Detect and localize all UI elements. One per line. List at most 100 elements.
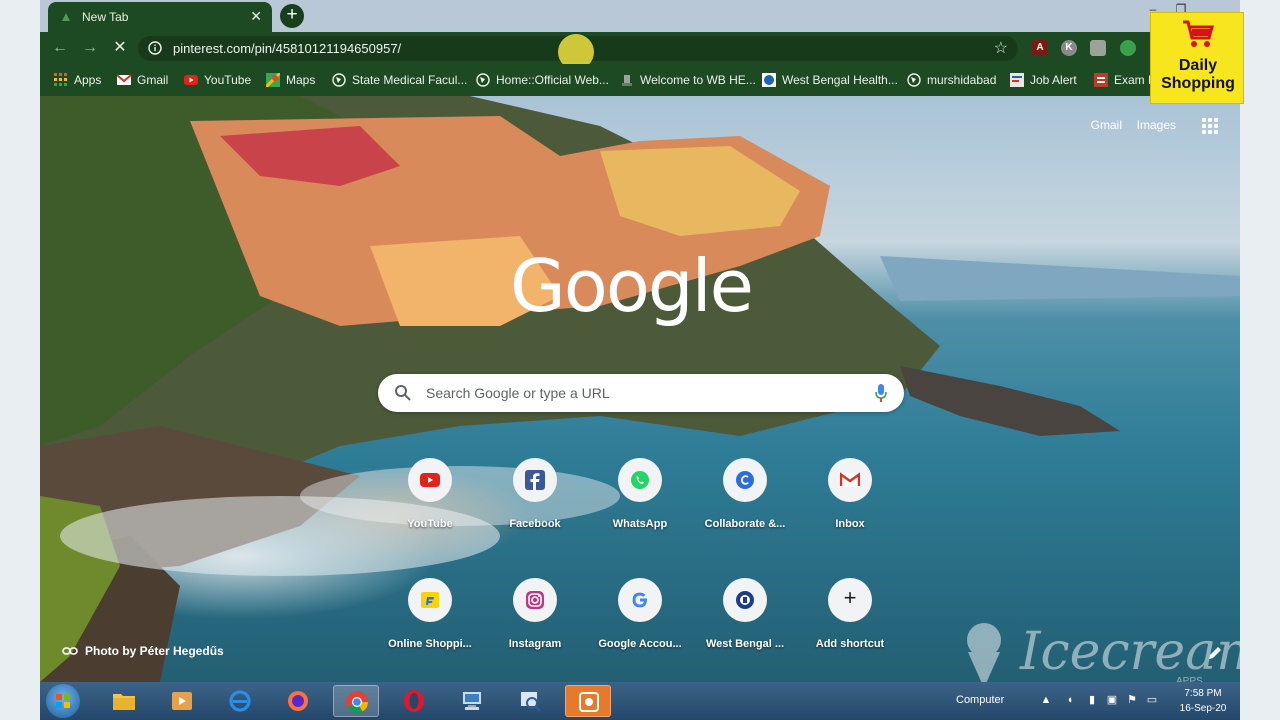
- bookmark-label: West Bengal Health...: [782, 73, 898, 87]
- shortcut-tile: +: [828, 578, 872, 622]
- collaborate-icon: [736, 471, 754, 489]
- tab-new-tab[interactable]: New Tab ✕: [48, 2, 272, 32]
- shortcut-label: Google Accou...: [598, 638, 682, 650]
- shortcut-label: Online Shoppi...: [388, 638, 472, 650]
- firefox-icon: [288, 691, 308, 711]
- shortcut-whatsapp[interactable]: WhatsApp: [584, 458, 696, 568]
- apps-grid-icon: [54, 73, 67, 86]
- youtube-icon: [184, 75, 198, 85]
- screen-recorder-icon: [579, 692, 599, 712]
- new-tab-favicon-icon: [62, 13, 70, 21]
- browser-toolbar: ← → ✕ pinterest.com/pin/4581012119465095…: [40, 32, 1240, 70]
- shortcut-tile: [408, 578, 452, 622]
- media-player-icon: [172, 692, 192, 710]
- shortcut-inbox[interactable]: Inbox: [794, 458, 906, 568]
- flag-icon[interactable]: ⚑: [1126, 694, 1138, 706]
- extension-green-icon[interactable]: [1120, 40, 1136, 56]
- tab-close-icon[interactable]: ✕: [250, 8, 262, 25]
- google-logo: Google: [510, 244, 754, 328]
- start-button[interactable]: [46, 684, 80, 718]
- windows-logo-icon: [56, 694, 70, 708]
- images-link[interactable]: Images: [1137, 118, 1176, 132]
- shortcut-label: WhatsApp: [612, 518, 668, 530]
- globe-icon: [476, 73, 490, 87]
- google-apps-icon[interactable]: [1202, 118, 1218, 134]
- new-tab-button[interactable]: +: [280, 4, 304, 28]
- shortcut-label: West Bengal ...: [705, 638, 785, 650]
- taskbar-search-app[interactable]: [507, 685, 553, 717]
- shortcut-tile: [723, 458, 767, 502]
- shortcut-label: Facebook: [509, 518, 561, 530]
- health-icon: [762, 73, 776, 87]
- shortcut-west-bengal[interactable]: West Bengal ...: [689, 578, 801, 682]
- shortcut-facebook[interactable]: Facebook: [479, 458, 591, 568]
- shortcut-label: Instagram: [508, 638, 562, 650]
- plus-icon: +: [843, 585, 857, 610]
- search-box[interactable]: Search Google or type a URL: [378, 374, 904, 412]
- taskbar-chrome[interactable]: [333, 685, 379, 717]
- back-button[interactable]: ←: [50, 38, 70, 58]
- microphone-icon[interactable]: [874, 383, 888, 403]
- signal-bars-icon[interactable]: ▮: [1086, 694, 1098, 706]
- bookmark-label: Apps: [74, 73, 102, 87]
- taskbar-internet-explorer[interactable]: [217, 685, 263, 717]
- shortcut-tile: [618, 458, 662, 502]
- pdf-extension-icon[interactable]: A: [1032, 40, 1048, 56]
- system-tray: Computer ▲ ◖ ▮ ▣ ⚑ ▭ 7:58 PM 16-Sep-20: [940, 682, 1240, 720]
- address-bar[interactable]: pinterest.com/pin/45810121194650957/ ☆: [138, 34, 1018, 70]
- clock-date: 16-Sep-20: [1179, 703, 1227, 714]
- shortcut-youtube[interactable]: YouTube: [374, 458, 486, 568]
- gmail-icon: [840, 472, 860, 487]
- bookmark-label: Welcome to WB HE...: [640, 73, 756, 87]
- profile-avatar[interactable]: K: [1061, 40, 1077, 56]
- gmail-link[interactable]: Gmail: [1091, 118, 1122, 132]
- add-shortcut-button[interactable]: + Add shortcut: [794, 578, 906, 682]
- maps-icon: [266, 73, 280, 87]
- system-clock[interactable]: 7:58 PM 16-Sep-20: [1174, 686, 1232, 716]
- shortcut-tile: [408, 458, 452, 502]
- computer-toolbar-label[interactable]: Computer: [956, 694, 1004, 706]
- shortcut-google-account[interactable]: Google Accou...: [584, 578, 696, 682]
- shortcut-instagram[interactable]: Instagram: [479, 578, 591, 682]
- taskbar-media-player[interactable]: [159, 685, 205, 717]
- bookmark-label: Gmail: [137, 73, 169, 87]
- taskbar-firefox[interactable]: [275, 685, 321, 717]
- taskbar-opera[interactable]: [391, 685, 437, 717]
- windows-taskbar: Computer ▲ ◖ ▮ ▣ ⚑ ▭ 7:58 PM 16-Sep-20: [40, 682, 1240, 720]
- show-hidden-icons-icon[interactable]: ▲: [1040, 694, 1052, 706]
- battery-icon[interactable]: ▭: [1146, 694, 1158, 706]
- bookmark-label: Job Alert: [1030, 73, 1077, 87]
- stop-loading-button[interactable]: ✕: [110, 38, 130, 58]
- bookmark-label: Home::Official Web...: [496, 73, 609, 87]
- volume-icon[interactable]: ◖: [1064, 694, 1076, 706]
- gmail-icon: [117, 74, 131, 85]
- emblem-icon: [736, 591, 754, 609]
- shortcut-tile: [513, 578, 557, 622]
- url-text[interactable]: pinterest.com/pin/45810121194650957/: [173, 41, 401, 56]
- shortcut-collaborate[interactable]: Collaborate &...: [689, 458, 801, 568]
- shortcut-tile: [618, 578, 662, 622]
- shortcut-label: Inbox: [835, 518, 865, 530]
- shortcut-online-shopping[interactable]: Online Shoppi...: [374, 578, 486, 682]
- taskbar-explorer[interactable]: [101, 685, 147, 717]
- shortcut-tile: [513, 458, 557, 502]
- exam-icon: [1094, 73, 1108, 87]
- chrome-icon: [346, 691, 368, 713]
- tab-strip: New Tab ✕ + – ❐: [40, 0, 1240, 32]
- tab-title: New Tab: [82, 10, 129, 24]
- site-info-icon[interactable]: [148, 41, 162, 55]
- extension-icon[interactable]: [1090, 40, 1106, 56]
- instagram-icon: [526, 591, 544, 609]
- bookmark-star-icon[interactable]: ☆: [994, 38, 1008, 58]
- network-tray-icon[interactable]: ▣: [1106, 694, 1118, 706]
- bookmark-label: Maps: [286, 73, 316, 87]
- watermark-text: Icecream: [1020, 622, 1266, 682]
- emblem-icon: [622, 75, 632, 86]
- shortcut-label: Collaborate &...: [704, 518, 786, 530]
- taskbar-recorder[interactable]: [565, 685, 611, 717]
- search-placeholder[interactable]: Search Google or type a URL: [426, 385, 610, 401]
- forward-button[interactable]: →: [80, 38, 100, 58]
- taskbar-network[interactable]: [449, 685, 495, 717]
- magnifier-app-icon: [521, 692, 541, 712]
- job-alert-icon: [1010, 73, 1024, 87]
